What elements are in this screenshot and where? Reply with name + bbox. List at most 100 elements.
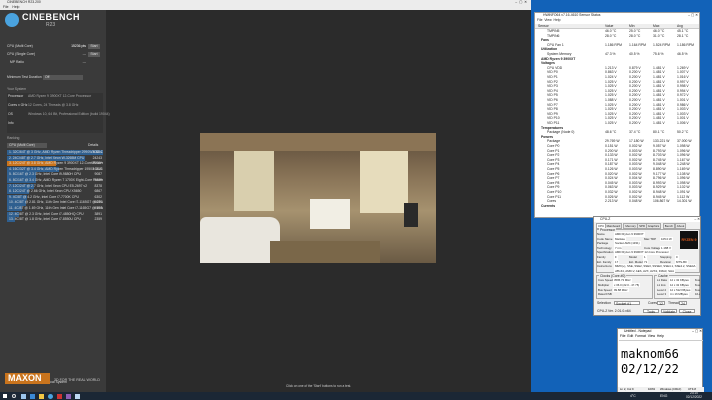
start-multi-button[interactable]: Start	[88, 44, 100, 49]
selection-label: Selection	[597, 301, 611, 305]
notepad-menu-file[interactable]: File	[620, 334, 625, 338]
ranking-row[interactable]: 12. 4C/8T @ 2.3 GHz, Intel Core i7-4850H…	[7, 211, 103, 217]
cpuz-version: Ver. 2.01.0.x64	[608, 309, 631, 313]
ranking-row[interactable]: 10. 4C/8T @ 2.81 GHz, 11th Gen Intel Cor…	[7, 200, 103, 206]
notepad-menu: File Edit Format View Help	[620, 334, 664, 339]
ranking-score: 9087	[94, 172, 102, 177]
ranking-row[interactable]: 8. 12C/24T @ 2.66 GHz, Intel Xeon CPU X5…	[7, 189, 103, 195]
cpuz-title-bar: CPU-Z – ✕	[594, 217, 700, 222]
status-message: Click on one of the 'Start' buttons to r…	[286, 384, 352, 388]
col-avg[interactable]: Avg	[677, 24, 683, 28]
file-explorer-icon[interactable]	[39, 393, 44, 399]
cpuz-taskbar-icon[interactable]	[66, 393, 71, 399]
search-icon[interactable]	[12, 394, 16, 398]
cpu-multi-row: CPU (Multi Core) 15236 pts Start	[7, 43, 103, 50]
menu-file[interactable]: File	[3, 5, 8, 9]
notepad-menu-view[interactable]: View	[648, 334, 655, 338]
clock-row: Rated FSB Level 34 x 16 MBytes 16-way	[597, 292, 700, 297]
ranking-name: 7. 12C/24T @ 2.7 GHz, Intel Xeon CPU E5-…	[9, 183, 88, 188]
logo-subtitle: R23	[46, 22, 56, 28]
sensor-row[interactable]: Currents	[539, 204, 699, 208]
clock-label: Level 3	[657, 292, 667, 297]
cpuz-window: CPU-Z – ✕ CPU Mainboard Memory SPD Graphics B…	[593, 216, 701, 316]
menu-help[interactable]: Help	[12, 5, 19, 9]
ranking-score: 4904	[94, 206, 102, 210]
notepad-menu-help[interactable]: Help	[657, 334, 664, 338]
edge-icon[interactable]	[30, 393, 35, 399]
hwinfo-menu-help[interactable]: Help	[554, 18, 561, 22]
ranking-row[interactable]: 6. 8C/16T @ 3.4 GHz, AMD Ryzen 7 1700X E…	[7, 178, 103, 184]
cinebench-taskbar-icon[interactable]	[48, 393, 53, 399]
ranking-score: 3891	[94, 211, 102, 216]
tray-clock[interactable]: 23:10 02/12/2022	[686, 392, 702, 399]
notepad-line-1: maknom66	[621, 347, 679, 361]
render-viewport	[200, 133, 436, 263]
col-sensor[interactable]: Sensor	[538, 24, 549, 28]
ranking-row[interactable]: 1. 32C/64T @ 3 GHz, AMD Ryzen Threadripp…	[7, 150, 103, 156]
cores-value: 12 Cores, 24 Threads @ 3.8 GHz	[28, 103, 79, 107]
task-view-icon[interactable]	[21, 393, 26, 399]
cinebench-window: CINEBENCH R23.200 – ▢ ✕ File Help CINEBE…	[0, 0, 531, 392]
cinebench-sidebar: CINEBENCH R23 CPU (Multi Core) 15236 pts…	[0, 10, 110, 392]
ranking-name: 3. 12C/24T @ 3.8 GHz, AMD Ryzen 9 3900XT…	[9, 161, 103, 166]
min-test-label: Minimum Test Duration	[7, 75, 42, 79]
cpuz-title: CPU-Z	[600, 217, 611, 221]
ranking-score: 15236*	[91, 161, 102, 166]
col-max[interactable]: Max	[653, 24, 659, 28]
cpuz-tab[interactable]: Bench	[662, 222, 675, 229]
col-min[interactable]: Min	[629, 24, 634, 28]
ranking-score: 2359	[94, 217, 102, 222]
ranking-row[interactable]: 11. 4C/8T @ 1.69 GHz, 11th Gen Intel Cor…	[7, 206, 103, 212]
floor	[270, 241, 380, 263]
clock-date: 02/12/2022	[686, 395, 702, 399]
notepad-editor[interactable]: maknom66 02/12/22	[619, 340, 703, 386]
ranking-name: 4. 16C/32T @ 3.4 GHz, AMD Ryzen Threadri…	[9, 166, 103, 171]
maxon-tagline: 3D FOR THE REAL WORLD	[54, 378, 100, 382]
ranking-select[interactable]: CPU (Multi Core)	[7, 143, 47, 148]
hwinfo-menu-file[interactable]: File	[537, 18, 542, 22]
ranking-row[interactable]: 5. 8C/16T @ 2.3 GHz, Intel Core i9-9880H…	[7, 172, 103, 178]
ranking-score: 8378	[94, 183, 102, 188]
start-single-button[interactable]: Start	[88, 52, 100, 57]
tray-language[interactable]: ENG	[660, 394, 667, 398]
cpuz-footer: CPU-Z Ver. 2.01.0.x64 Tools Validate Clo…	[597, 309, 700, 314]
start-button-icon[interactable]	[3, 394, 7, 398]
hwinfo-window-controls[interactable]: – ▢ ✕	[688, 13, 698, 18]
ranking-score: 6070	[94, 200, 102, 205]
min-test-select[interactable]: Off	[43, 75, 83, 80]
cpuz-tab[interactable]: Memory	[623, 222, 638, 229]
hwinfo-menu-view[interactable]: View	[544, 18, 551, 22]
tray-weather[interactable]: 4°C	[630, 394, 636, 398]
details-button[interactable]: Details	[88, 143, 98, 147]
notepad-window-controls[interactable]: – ▢ ✕	[692, 329, 702, 334]
threads-value: 24	[679, 301, 687, 306]
validate-button[interactable]: Validate	[661, 309, 677, 314]
hwinfo-taskbar-icon[interactable]	[57, 393, 62, 399]
ranking-row[interactable]: 9. 4C/8T @ 4.2 GHz, Intel Core i7-7700K …	[7, 194, 103, 200]
cpuz-tab[interactable]: About	[674, 222, 687, 229]
cores-label: Cores x GHz	[8, 103, 28, 107]
ranking-row[interactable]: 7. 12C/24T @ 2.7 GHz, Intel Xeon CPU E5-…	[7, 183, 103, 189]
os-label: OS	[8, 112, 13, 116]
ranking-score: 24243	[92, 155, 102, 160]
ranking-row[interactable]: 3. 12C/24T @ 3.8 GHz, AMD Ryzen 9 3900XT…	[7, 161, 103, 167]
cpu-multi-label: CPU (Multi Core)	[7, 44, 33, 48]
ranking-row[interactable]: 2. 24C/48T @ 2.7 GHz, Intel Xeon W-3265M…	[7, 155, 103, 161]
cpuz-tab[interactable]: Graphics	[645, 222, 662, 229]
notepad-menu-edit[interactable]: Edit	[627, 334, 633, 338]
ranking-name: 9. 4C/8T @ 4.2 GHz, Intel Core i7-7700K …	[9, 194, 79, 199]
tools-button[interactable]: Tools	[643, 309, 659, 314]
cpuz-window-controls[interactable]: – ✕	[694, 217, 700, 222]
selection-row: Selection Socket #1 Cores 12 Threads 24	[597, 301, 700, 306]
close-button[interactable]: Close	[679, 309, 695, 314]
ranking-row[interactable]: 13. 4C/8T @ 1.8 GHz, Intel Core i7-8550U…	[7, 217, 103, 223]
selection-select[interactable]: Socket #1	[614, 301, 640, 306]
notepad-menu-format[interactable]: Format	[635, 334, 646, 338]
notepad-taskbar-icon[interactable]	[75, 393, 80, 399]
processor-label: Processor	[8, 94, 24, 98]
window-right	[360, 151, 408, 213]
clock-label: Rated FSB	[598, 292, 612, 297]
col-value[interactable]: Value	[605, 24, 613, 28]
hwinfo-window: HWiNFO64 v7.16-4610 Sensor Status – ▢ ✕ …	[534, 12, 700, 218]
ranking-row[interactable]: 4. 16C/32T @ 3.4 GHz, AMD Ryzen Threadri…	[7, 166, 103, 172]
